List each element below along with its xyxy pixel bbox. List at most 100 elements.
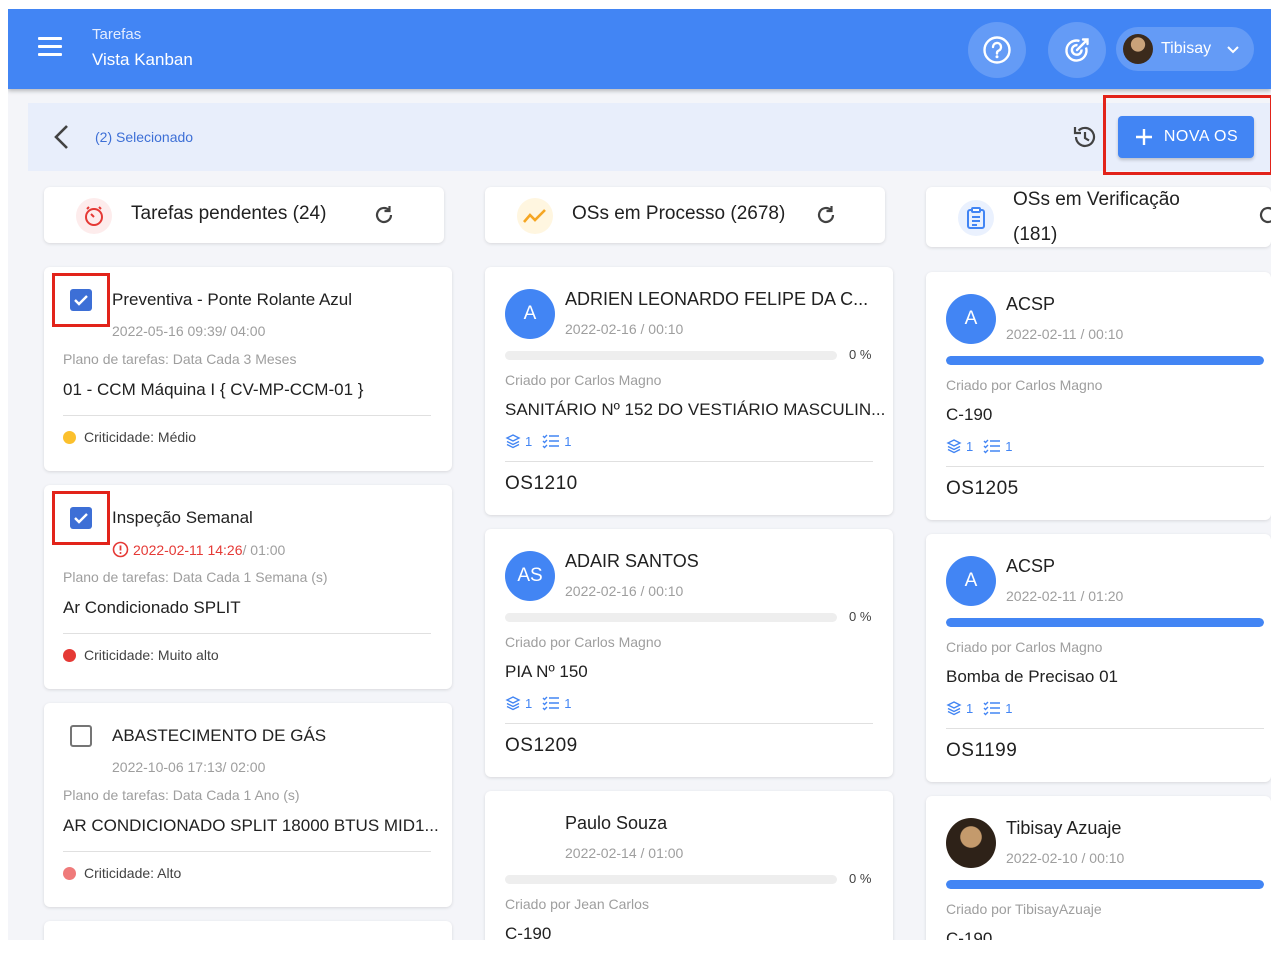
progress-bar (505, 613, 837, 622)
highlight-box (52, 491, 110, 545)
refresh-icon[interactable] (814, 203, 838, 227)
progress-bar (946, 880, 1264, 889)
order-counts: 1 1 (946, 700, 1012, 716)
help-circle-icon (983, 36, 1011, 64)
avatar: A (505, 289, 555, 339)
user-menu[interactable]: Tibisay (1116, 27, 1254, 71)
created-by: Criado por Carlos Magno (946, 377, 1103, 393)
goals-button[interactable] (1048, 22, 1106, 78)
order-asset: SANITÁRIO Nº 152 DO VESTIÁRIO MASCULIN..… (505, 400, 886, 419)
refresh-icon[interactable] (372, 203, 396, 227)
progress-label: 0 % (849, 609, 872, 624)
criticality-dot (63, 430, 76, 444)
work-order-card[interactable]: Tibisay Azuaje 2022-02-10 / 00:10 Criado… (926, 796, 1271, 940)
timer-icon (76, 198, 112, 234)
column-title: OSs em Processo (2678) (572, 203, 786, 224)
column-header-in-process: OSs em Processo (2678) (485, 187, 885, 243)
order-asset: C-190 (946, 405, 993, 424)
progress-bar (505, 351, 837, 360)
task-plan: Plano de tarefas: Data Cada 1 Ano (s) (63, 787, 300, 803)
highlight-box (1103, 95, 1271, 175)
progress-bar (946, 618, 1264, 627)
clipboard-icon (958, 200, 994, 236)
criticality: Criticidade: Muito alto (63, 647, 219, 663)
task-title: Inspeção Semanal (112, 508, 253, 527)
criticality-dot (63, 866, 76, 880)
order-code: OS1209 (505, 735, 578, 756)
layers-icon (505, 696, 521, 711)
selection-toolbar: (2) Selecionado NOVA OS (28, 103, 1271, 171)
assignee-name: ACSP (1006, 294, 1056, 314)
layers-icon (946, 701, 962, 716)
order-code: OS1199 (946, 740, 1018, 761)
column-title: Tarefas pendentes (24) (131, 203, 327, 224)
avatar: A (946, 294, 996, 344)
progress-bar (946, 356, 1264, 365)
layers-icon (946, 439, 962, 454)
order-date: 2022-02-10 / 00:10 (1006, 850, 1125, 866)
target-arrow-icon (1065, 38, 1089, 62)
trending-icon (517, 198, 553, 234)
work-order-card[interactable]: Paulo Souza 2022-02-14 / 01:00 0 % Criad… (485, 791, 893, 940)
task-card[interactable] (44, 921, 452, 940)
checklist-icon (983, 701, 1001, 716)
layers-icon (505, 434, 521, 449)
created-by: Criado por Carlos Magno (505, 372, 662, 388)
criticality: Criticidade: Alto (63, 865, 181, 881)
order-date: 2022-02-11 / 01:20 (1006, 588, 1124, 604)
task-asset: 01 - CCM Máquina I { CV-MP-CCM-01 } (63, 380, 364, 399)
task-title: ABASTECIMENTO DE GÁS (112, 726, 327, 745)
divider (63, 415, 431, 416)
app-bar: Tarefas Vista Kanban Tibisay (8, 9, 1271, 89)
task-card[interactable]: ABASTECIMENTO DE GÁS 2022-10-06 17:13/ 0… (44, 703, 452, 907)
column-title-line2: (181) (1013, 224, 1058, 245)
created-by: Criado por Jean Carlos (505, 896, 649, 912)
work-order-card[interactable]: A ACSP 2022-02-11 / 01:20 Criado por Car… (926, 534, 1271, 782)
divider (505, 723, 873, 724)
checklist-icon (983, 439, 1001, 454)
order-asset: C-190 (505, 924, 552, 940)
divider (63, 851, 431, 852)
work-order-card[interactable]: A ADRIEN LEONARDO FELIPE DA C... 2022-02… (485, 267, 893, 515)
work-order-card[interactable]: AS ADAIR SANTOS 2022-02-16 / 00:10 0 % C… (485, 529, 893, 777)
divider (946, 466, 1264, 467)
order-code: OS1205 (946, 478, 1019, 499)
task-checkbox[interactable] (70, 725, 92, 747)
task-date: 2022-05-16 09:39/ 04:00 (112, 323, 266, 339)
avatar (1123, 34, 1153, 64)
assignee-name: Paulo Souza (565, 813, 668, 833)
order-counts: 1 1 (505, 433, 571, 449)
history-icon[interactable] (1071, 123, 1099, 151)
task-plan: Plano de tarefas: Data Cada 1 Semana (s) (63, 569, 328, 585)
created-by: Criado por Carlos Magno (505, 634, 662, 650)
order-counts: 1 1 (946, 438, 1012, 454)
order-code: OS1210 (505, 473, 578, 494)
task-card[interactable]: Inspeção Semanal 2022-02-11 14:26/ 01:00… (44, 485, 452, 689)
task-asset: Ar Condicionado SPLIT (63, 598, 241, 617)
task-title: Preventiva - Ponte Rolante Azul (112, 290, 353, 309)
order-date: 2022-02-11 / 00:10 (1006, 326, 1124, 342)
work-order-card[interactable]: A ACSP 2022-02-11 / 00:10 Criado por Car… (926, 272, 1271, 520)
created-by: Criado por TibisayAzuaje (946, 901, 1102, 917)
order-counts: 1 1 (505, 695, 571, 711)
back-arrow-icon[interactable] (50, 123, 74, 151)
alert-circle-icon (112, 541, 129, 558)
progress-label: 0 % (849, 347, 872, 362)
divider (946, 728, 1264, 729)
user-name: Tibisay (1161, 40, 1212, 57)
created-by: Criado por Carlos Magno (946, 639, 1103, 655)
assignee-name: ADRIEN LEONARDO FELIPE DA C... (565, 289, 869, 309)
app-title: Tarefas (92, 26, 142, 43)
task-card[interactable]: Preventiva - Ponte Rolante Azul 2022-05-… (44, 267, 452, 471)
progress-bar (505, 875, 837, 884)
checklist-icon (542, 434, 560, 449)
assignee-name: ACSP (1006, 556, 1056, 576)
column-header-verification: OSs em Verificação (181) (926, 187, 1271, 247)
avatar (946, 818, 996, 868)
refresh-icon[interactable] (1256, 203, 1271, 227)
order-asset: Bomba de Precisao 01 (946, 667, 1118, 686)
divider (63, 633, 431, 634)
hamburger-menu-icon[interactable] (38, 37, 66, 61)
avatar: A (946, 556, 996, 606)
help-button[interactable] (968, 22, 1026, 78)
